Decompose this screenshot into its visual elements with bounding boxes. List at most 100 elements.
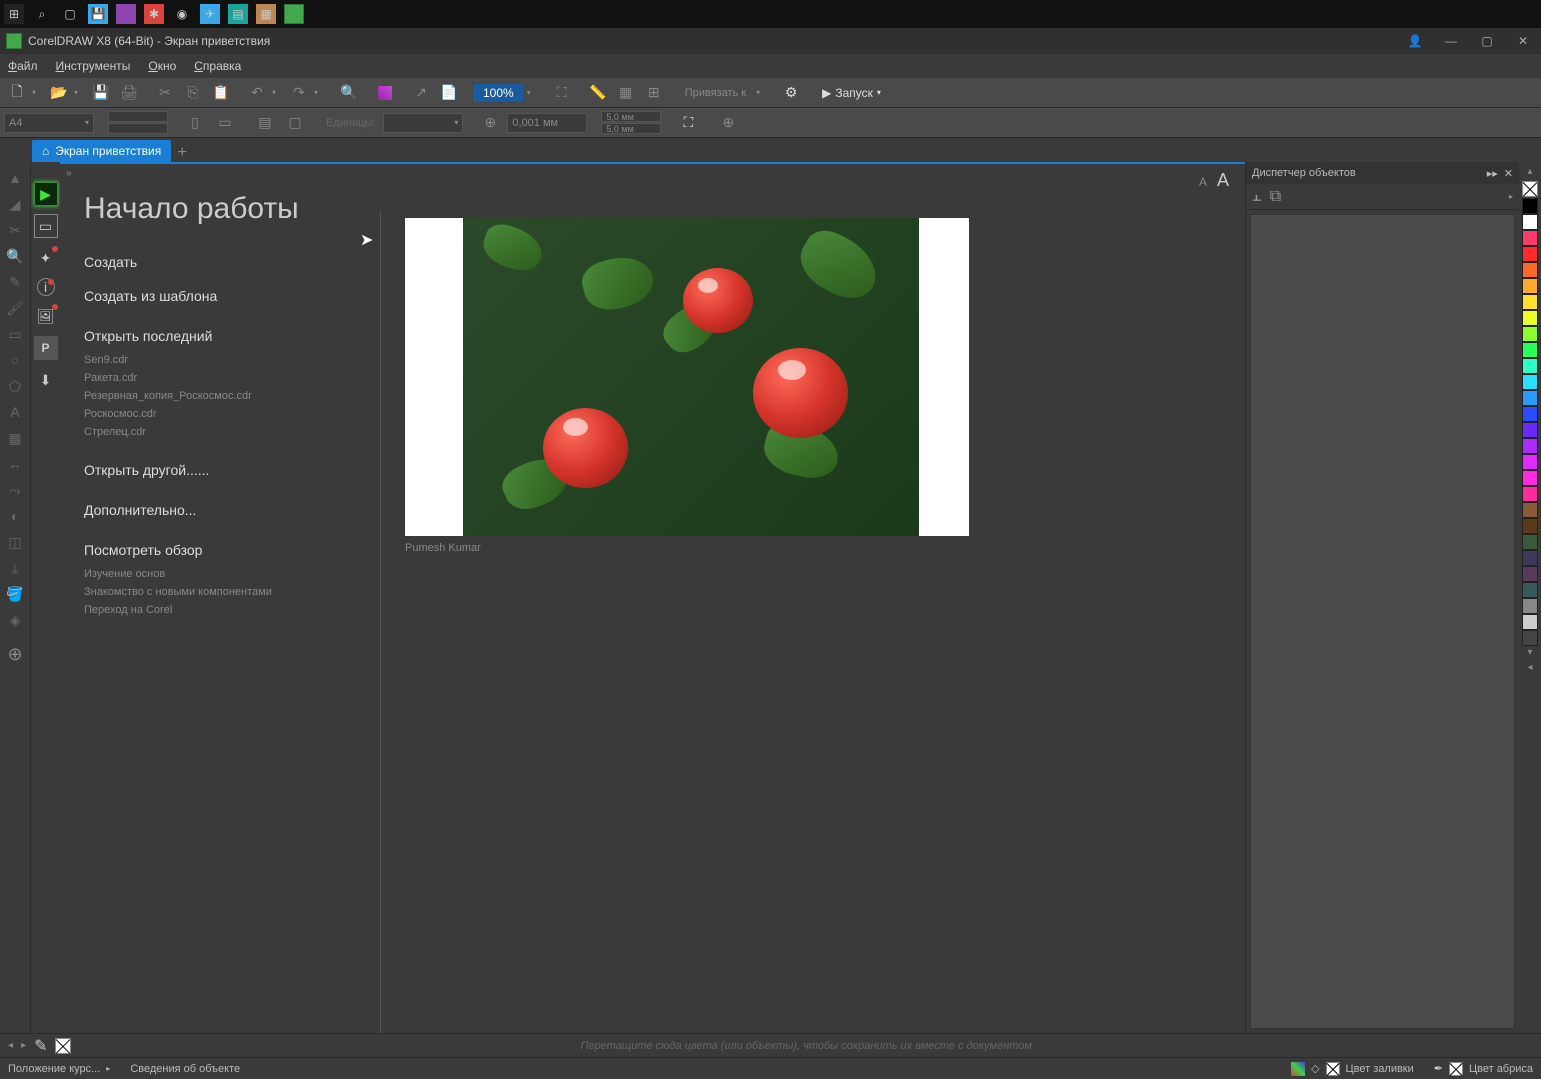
polygon-tool[interactable]: ⬠ [2, 374, 28, 398]
account-icon[interactable]: 👤 [1403, 32, 1427, 50]
all-pages-button[interactable]: ▤ [252, 111, 278, 135]
font-size-large[interactable]: A [1217, 170, 1229, 191]
color-swatch[interactable] [1522, 598, 1538, 614]
docker-close-icon[interactable]: ✕ [1504, 167, 1513, 180]
page-width[interactable] [108, 111, 168, 122]
add-tab-button[interactable]: + [173, 144, 191, 162]
new-doc-dropdown[interactable]: ▾ [32, 88, 44, 97]
color-swatch[interactable] [1522, 438, 1538, 454]
smart-fill-tool[interactable]: ◈ [2, 608, 28, 632]
shape-tool[interactable]: ◢ [2, 192, 28, 216]
more-link[interactable]: Дополнительно... [84, 502, 380, 518]
freehand-tool[interactable]: ✎ [2, 270, 28, 294]
color-swatch[interactable] [1522, 262, 1538, 278]
nav-download[interactable]: ⬇ [34, 368, 58, 392]
docker-menu-icon[interactable]: ▸ [1509, 192, 1513, 201]
layer-props-icon[interactable]: ⫠ [1252, 188, 1262, 206]
recent-file[interactable]: Резервная_копия_Роскосмос.cdr [84, 390, 380, 402]
grid-button[interactable]: ▦ [613, 81, 639, 105]
fill-tool[interactable]: 🪣 [2, 582, 28, 606]
color-swatch[interactable] [1522, 198, 1538, 214]
color-swatch[interactable] [1522, 422, 1538, 438]
tour-item[interactable]: Знакомство с новыми компонентами [84, 586, 380, 598]
connector-tool[interactable]: ⤳ [2, 478, 28, 502]
palette-down-arrow[interactable]: ▾ [1527, 647, 1532, 661]
welcome-tab[interactable]: ⌂ Экран приветствия [32, 140, 171, 162]
import-button[interactable] [372, 81, 398, 105]
minimize-button[interactable]: ― [1439, 32, 1463, 50]
recent-file[interactable]: Sen9.cdr [84, 354, 380, 366]
paste-button[interactable]: 📋 [208, 81, 234, 105]
zoom-level[interactable]: 100% [472, 83, 525, 103]
add-preset-button[interactable]: ⊕ [715, 111, 741, 135]
color-swatch[interactable] [1522, 294, 1538, 310]
transparency-tool[interactable]: ◫ [2, 530, 28, 554]
drop-shadow-tool[interactable]: ◐ [2, 504, 28, 528]
collapse-chevron-icon[interactable]: » [66, 168, 72, 179]
new-doc-button[interactable]: 🗋 [4, 81, 30, 105]
color-swatch[interactable] [1522, 246, 1538, 262]
text-tool[interactable]: A [2, 400, 28, 424]
color-swatch[interactable] [1522, 566, 1538, 582]
maximize-button[interactable]: ▢ [1475, 32, 1499, 50]
pick-tool[interactable]: ▲ [2, 166, 28, 190]
page-height[interactable] [108, 123, 168, 134]
fill-color-status[interactable]: ◇ Цвет заливки [1291, 1062, 1414, 1076]
export-button[interactable]: ↗ [408, 81, 434, 105]
duplicate-y[interactable]: 5,0 мм [601, 123, 661, 134]
snap-to-label[interactable]: Привязать к [677, 87, 754, 99]
nudge-distance[interactable]: 0,001 мм [507, 113, 587, 133]
launch-button[interactable]: ▶ Запуск ▾ [814, 84, 889, 102]
create-new-link[interactable]: Создать [84, 254, 380, 270]
eyedropper-icon[interactable]: ✎ [34, 1036, 47, 1056]
portrait-button[interactable]: ▯ [182, 111, 208, 135]
dimension-tool[interactable]: ↔ [2, 452, 28, 476]
rectangle-tool[interactable]: ▭ [2, 322, 28, 346]
ellipse-tool[interactable]: ○ [2, 348, 28, 372]
recent-file[interactable]: Ракета.cdr [84, 372, 380, 384]
undo-dropdown[interactable]: ▾ [272, 88, 284, 97]
copy-button[interactable]: ⎘ [180, 81, 206, 105]
zoom-tool[interactable]: 🔍 [2, 244, 28, 268]
fullscreen-button[interactable]: ⛶ [549, 81, 575, 105]
open-dropdown[interactable]: ▾ [74, 88, 86, 97]
color-swatch[interactable] [1522, 502, 1538, 518]
nav-product-details[interactable]: P [34, 336, 58, 360]
object-manager-tree[interactable] [1250, 214, 1515, 1029]
no-color-swatch[interactable] [55, 1038, 71, 1054]
print-button[interactable]: 🖨 [116, 81, 142, 105]
color-swatch[interactable] [1522, 406, 1538, 422]
nav-need-help[interactable]: i [37, 278, 55, 296]
font-size-small[interactable]: A [1199, 175, 1207, 189]
palette-flyout-arrow[interactable]: ◂ [1527, 662, 1532, 676]
task-view-icon[interactable]: ▢ [60, 4, 80, 24]
rulers-button[interactable]: 📏 [585, 81, 611, 105]
artistic-media-tool[interactable]: 🖌 [2, 296, 28, 320]
color-swatch[interactable] [1522, 214, 1538, 230]
eyedropper-tool[interactable]: ⤓ [2, 556, 28, 580]
guidelines-button[interactable]: ⊞ [641, 81, 667, 105]
cut-button[interactable]: ✂ [152, 81, 178, 105]
coreldraw-taskbar-icon[interactable] [284, 4, 304, 24]
table-tool[interactable]: ▦ [2, 426, 28, 450]
menu-tools[interactable]: Инструменты [56, 59, 131, 73]
nav-gallery[interactable]: 🖼 [34, 304, 58, 328]
color-swatch[interactable] [1522, 358, 1538, 374]
color-swatch[interactable] [1522, 326, 1538, 342]
landscape-button[interactable]: ▭ [212, 111, 238, 135]
docker-collapse-icon[interactable]: ▸▸ [1487, 167, 1498, 180]
nav-right-icon[interactable]: ▸ [21, 1040, 26, 1051]
color-swatch[interactable] [1522, 630, 1538, 646]
chrome-icon[interactable]: ◉ [172, 4, 192, 24]
color-swatch[interactable] [1522, 278, 1538, 294]
create-from-template-link[interactable]: Создать из шаблона [84, 288, 380, 304]
redo-dropdown[interactable]: ▾ [314, 88, 326, 97]
recent-file[interactable]: Стрелец.cdr [84, 426, 380, 438]
color-swatch[interactable] [1522, 470, 1538, 486]
layer-view-icon[interactable]: ⧉ [1270, 188, 1281, 206]
color-swatch[interactable] [1522, 534, 1538, 550]
redo-button[interactable]: ↷ [286, 81, 312, 105]
page-size-select[interactable]: A4▾ [4, 113, 94, 133]
options-button[interactable]: ⚙ [778, 81, 804, 105]
menu-file[interactable]: Файл [8, 59, 38, 73]
